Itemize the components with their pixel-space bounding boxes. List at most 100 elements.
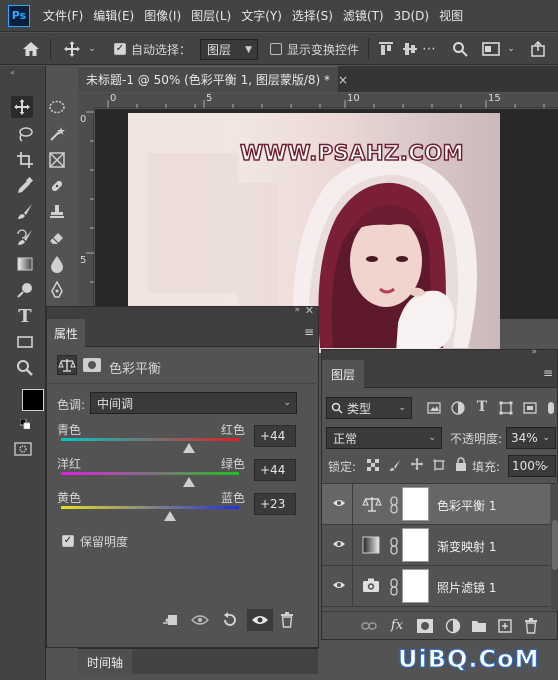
tab-properties[interactable]: 属性	[47, 319, 85, 347]
new-adjustment-layer-icon[interactable]	[444, 617, 462, 635]
dodge-icon[interactable]	[14, 279, 36, 301]
auto-select-target-dropdown[interactable]: 图层 ▼	[200, 39, 258, 60]
layer-name[interactable]: 渐变映射 1	[437, 538, 496, 555]
photoshop-logo[interactable]: Ps	[8, 4, 30, 27]
auto-select-checkbox[interactable]: ✓	[114, 43, 126, 55]
gradient-icon[interactable]	[14, 253, 36, 275]
menu-3d[interactable]: 3D(D)	[389, 9, 434, 23]
layer-mask-thumbnail[interactable]	[402, 528, 429, 562]
delete-layer-icon[interactable]	[522, 617, 540, 635]
type-tool-icon[interactable]: T	[14, 305, 36, 327]
move-tool-icon[interactable]	[62, 39, 82, 59]
view-previous-state-icon[interactable]	[189, 611, 211, 629]
collapse-icon[interactable]: »	[531, 347, 537, 357]
align-vertical-center-icon[interactable]	[400, 39, 420, 59]
slider-track[interactable]	[61, 438, 239, 441]
home-icon[interactable]	[20, 39, 42, 59]
elliptical-marquee-icon[interactable]	[46, 96, 68, 118]
filter-smart-object-icon[interactable]	[522, 400, 538, 416]
menu-type[interactable]: 文字(Y)	[236, 7, 287, 24]
layer-name[interactable]: 照片滤镜 1	[437, 579, 496, 596]
slider-thumb[interactable]	[183, 443, 196, 453]
layer-style-icon[interactable]: fx	[388, 616, 406, 634]
clip-to-layer-icon[interactable]	[159, 611, 181, 629]
history-brush-icon[interactable]	[14, 227, 36, 249]
filter-adjustment-icon[interactable]	[450, 400, 466, 416]
new-layer-icon[interactable]	[496, 617, 514, 635]
layer-mask-thumbnail[interactable]	[402, 487, 429, 521]
frame-icon[interactable]	[46, 149, 68, 171]
menu-file[interactable]: 文件(F)	[38, 7, 88, 24]
layers-scrollbar[interactable]	[551, 484, 558, 610]
opacity-field[interactable]: 34% ⌄	[506, 427, 556, 449]
more-options-icon[interactable]: ⋯	[422, 40, 436, 58]
workspace-icon[interactable]	[480, 39, 502, 59]
filter-type-icon[interactable]: T	[474, 399, 490, 415]
blend-mode-dropdown[interactable]: 正常 ⌄	[326, 427, 442, 449]
filter-pixel-icon[interactable]	[426, 400, 442, 416]
slider-thumb[interactable]	[164, 511, 177, 521]
healing-brush-icon[interactable]	[46, 175, 68, 197]
menu-image[interactable]: 图像(I)	[139, 7, 186, 24]
chevron-down-icon[interactable]: ⌄	[506, 43, 516, 55]
eye-icon[interactable]	[332, 538, 346, 552]
search-icon[interactable]	[450, 39, 470, 59]
vertical-ruler[interactable]: 0 5	[78, 108, 94, 318]
add-mask-icon[interactable]	[416, 618, 434, 634]
horizontal-ruler[interactable]: 0 5 10 15	[94, 93, 558, 108]
tab-layers[interactable]: 图层	[322, 360, 364, 388]
layer-row[interactable]: 渐变映射 1	[322, 525, 550, 566]
fill-field[interactable]: 100% ⌄	[508, 455, 556, 477]
share-icon[interactable]	[528, 39, 548, 59]
new-group-icon[interactable]	[470, 618, 488, 634]
slider-track[interactable]	[61, 472, 239, 475]
panel-menu-icon[interactable]: ≡	[304, 325, 314, 339]
eye-icon[interactable]	[332, 497, 346, 511]
layer-mask-thumbnail[interactable]	[402, 569, 429, 603]
layer-row[interactable]: 色彩平衡 1	[322, 484, 550, 525]
lock-artboard-icon[interactable]	[432, 458, 446, 472]
menu-layer[interactable]: 图层(L)	[186, 7, 236, 24]
clone-stamp-icon[interactable]	[46, 201, 68, 223]
menu-view[interactable]: 视图	[434, 7, 468, 24]
lock-position-icon[interactable]	[410, 457, 424, 471]
zoom-tool-icon[interactable]	[14, 357, 36, 379]
visibility-toggle-icon[interactable]	[247, 609, 273, 631]
filter-toggle-icon[interactable]	[548, 402, 554, 414]
magic-wand-icon[interactable]	[46, 123, 68, 145]
pen-icon[interactable]	[46, 279, 68, 301]
collapse-icon[interactable]: »	[294, 305, 300, 315]
panel-menu-icon[interactable]: ≡	[543, 366, 553, 380]
slider-value-field[interactable]: +44	[254, 459, 296, 481]
reset-icon[interactable]	[219, 611, 241, 629]
slider-thumb[interactable]	[183, 477, 196, 487]
align-top-icon[interactable]	[376, 39, 396, 59]
move-tool-icon[interactable]	[11, 96, 33, 118]
crop-icon[interactable]	[14, 149, 36, 171]
document-tab[interactable]: 未标题-1 @ 50% (色彩平衡 1, 图层蒙版/8) * ×	[78, 66, 348, 92]
filter-shape-icon[interactable]	[498, 400, 514, 416]
close-icon[interactable]: ×	[338, 73, 348, 87]
lock-transparent-icon[interactable]	[366, 458, 380, 472]
slider-track[interactable]	[61, 506, 239, 509]
collapse-icon[interactable]: «	[10, 68, 15, 77]
eyedropper-icon[interactable]	[14, 175, 36, 197]
chain-link-icon[interactable]	[389, 537, 399, 555]
menu-select[interactable]: 选择(S)	[287, 7, 338, 24]
show-transform-checkbox[interactable]	[270, 43, 282, 55]
link-layers-icon[interactable]	[360, 618, 378, 634]
quick-mask-icon[interactable]	[14, 442, 32, 456]
document-canvas[interactable]: WWW.PSAHZ.COM	[95, 109, 558, 353]
lock-all-icon[interactable]	[454, 457, 468, 471]
chain-link-icon[interactable]	[389, 496, 399, 514]
layer-filter-dropdown[interactable]: 类型 ⌄	[326, 397, 412, 419]
close-icon[interactable]: ✕	[305, 304, 314, 317]
foreground-color-swatch[interactable]	[22, 389, 44, 411]
lasso-icon[interactable]	[14, 123, 36, 145]
menu-edit[interactable]: 编辑(E)	[88, 7, 139, 24]
camera-icon[interactable]	[362, 577, 382, 597]
gradient-map-icon[interactable]	[362, 536, 382, 556]
layer-mask-icon[interactable]	[83, 358, 101, 372]
slider-value-field[interactable]: +23	[254, 493, 296, 515]
eye-icon[interactable]	[332, 579, 346, 593]
